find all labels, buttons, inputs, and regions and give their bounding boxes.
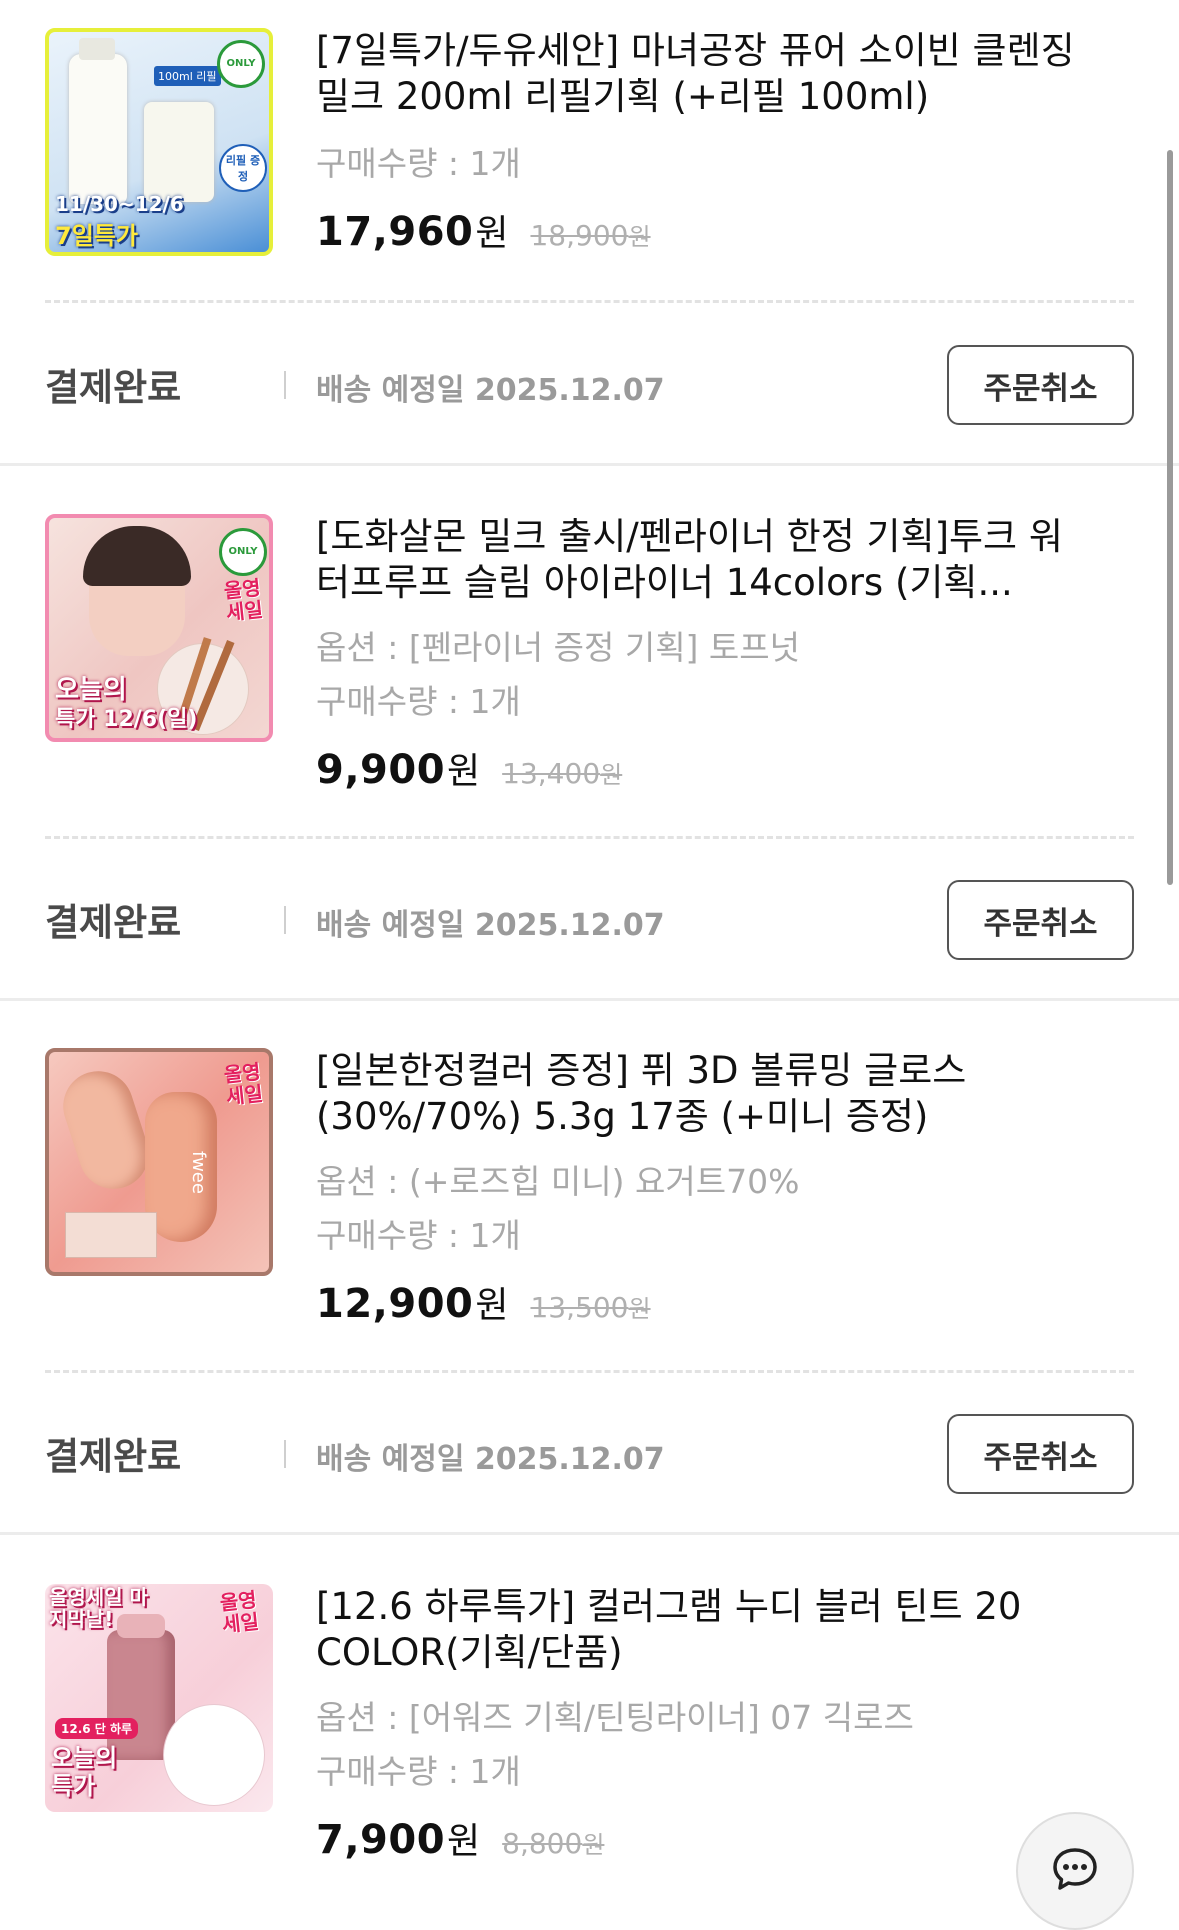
sale-sticker: 올영 세일 [222, 575, 265, 625]
product-title[interactable]: [일본한정컬러 증정] 퓌 3D 볼류밍 글로스 (30%/70%) 5.3g … [316, 1048, 1089, 1140]
option: 옵션 : (+로즈힙 미니) 요거트70% [316, 1162, 800, 1201]
cancel-order-button[interactable]: 주문취소 [947, 1414, 1134, 1494]
original-currency: 원 [628, 1295, 651, 1323]
original-currency: 원 [600, 761, 623, 789]
product-title[interactable]: [도화살몬 밀크 출시/펜라이너 한정 기획]투크 워터프루프 슬림 아이라이너… [316, 514, 1089, 606]
currency: 원 [475, 1285, 509, 1326]
vertical-divider [284, 371, 286, 399]
order-status-row: 결제완료 배송 예정일 2025.12.07 주문취소 [0, 1414, 1179, 1514]
original-price: 13,500 [530, 1291, 629, 1324]
price-row: 17,960 원 18,900 원 [316, 204, 1089, 256]
section-divider [0, 1532, 1179, 1535]
promo-top-label: 올영세일 마지막날! [49, 1585, 148, 1631]
order-card: ONLY 올영 세일 오늘의 특가 12/6(일) [도화살몬 밀크 출시/펜라… [0, 466, 1179, 1001]
order-card: 올영세일 마지막날! 올영 세일 12.6 단 하루 오늘의 특가 [12.6 … [0, 1536, 1179, 1908]
promo-date: 12.6 단 하루 [55, 1718, 139, 1739]
option: 옵션 : [펜라이너 증정 기획] 토프넛 [316, 628, 800, 667]
order-card: 100ml 리필 ONLY 리필 증정 11/30~12/6 7일특가 [7일특… [0, 0, 1179, 466]
vertical-divider [284, 906, 286, 934]
sale-sticker: 올영 세일 [218, 1587, 261, 1637]
dashed-separator [45, 1370, 1134, 1373]
price-row: 12,900 원 13,500 원 [316, 1276, 1089, 1328]
price-row: 9,900 원 13,400 원 [316, 742, 1089, 794]
vertical-divider [284, 1440, 286, 1468]
payment-status: 결제완료 [45, 901, 182, 944]
brand-text: fwee [187, 1151, 209, 1194]
cancel-order-button[interactable]: 주문취소 [947, 345, 1134, 425]
sale-price: 12,900 [316, 1281, 474, 1327]
original-currency: 원 [582, 1831, 605, 1859]
only-badge: ONLY [217, 40, 265, 88]
cancel-order-button[interactable]: 주문취소 [947, 880, 1134, 960]
payment-status: 결제완료 [45, 366, 182, 409]
currency: 원 [447, 1821, 481, 1862]
payment-status: 결제완료 [45, 1435, 182, 1478]
product-thumbnail[interactable]: fwee 올영 세일 [45, 1048, 273, 1276]
sale-sticker: 올영 세일 [222, 1059, 265, 1109]
original-currency: 원 [628, 223, 651, 251]
promo-date: 11/30~12/6 [55, 192, 184, 216]
dashed-separator [45, 300, 1134, 303]
pack-label: 100ml 리필 [154, 66, 221, 86]
product-thumbnail[interactable]: 올영세일 마지막날! 올영 세일 12.6 단 하루 오늘의 특가 [45, 1584, 273, 1812]
sale-price: 9,900 [316, 747, 446, 793]
currency: 원 [447, 751, 481, 792]
sale-price: 17,960 [316, 209, 474, 255]
only-badge: ONLY [219, 528, 267, 576]
order-card: fwee 올영 세일 [일본한정컬러 증정] 퓌 3D 볼류밍 글로스 (30%… [0, 1000, 1179, 1535]
promo-label-top: 오늘의 [55, 675, 127, 705]
quantity: 구매수량 : 1개 [316, 1216, 521, 1255]
promo-label: 7일특가 [55, 222, 138, 250]
product-title[interactable]: [12.6 하루특가] 컬러그램 누디 블러 틴트 20 COLOR(기획/단품… [316, 1584, 1089, 1676]
chat-button[interactable] [1016, 1812, 1134, 1930]
shipping-date: 배송 예정일 2025.12.07 [316, 1442, 665, 1477]
dashed-separator [45, 836, 1134, 839]
order-status-row: 결제완료 배송 예정일 2025.12.07 주문취소 [0, 880, 1179, 980]
promo-label: 오늘의 특가 [51, 1744, 118, 1800]
product-title[interactable]: [7일특가/두유세안] 마녀공장 퓨어 소이빈 클렌징 밀크 200ml 리필기… [316, 28, 1089, 120]
refill-tag: 리필 증정 [219, 144, 267, 192]
shipping-date: 배송 예정일 2025.12.07 [316, 908, 665, 943]
quantity: 구매수량 : 1개 [316, 682, 521, 721]
currency: 원 [475, 213, 509, 254]
original-price: 13,400 [502, 757, 601, 790]
order-status-row: 결제완료 배송 예정일 2025.12.07 주문취소 [0, 345, 1179, 445]
chat-bubble-icon [1050, 1844, 1100, 1898]
price-row: 7,900 원 8,800 원 [316, 1812, 1089, 1864]
product-thumbnail[interactable]: 100ml 리필 ONLY 리필 증정 11/30~12/6 7일특가 [45, 28, 273, 256]
sale-price: 7,900 [316, 1817, 446, 1863]
scrollbar[interactable] [1167, 150, 1173, 885]
quantity: 구매수량 : 1개 [316, 144, 521, 183]
shipping-date: 배송 예정일 2025.12.07 [316, 373, 665, 408]
product-thumbnail[interactable]: ONLY 올영 세일 오늘의 특가 12/6(일) [45, 514, 273, 742]
promo-label-bottom: 특가 12/6(일) [55, 707, 198, 732]
option: 옵션 : [어워즈 기획/틴팅라이너] 07 긱로즈 [316, 1698, 914, 1737]
quantity: 구매수량 : 1개 [316, 1752, 521, 1791]
original-price: 18,900 [530, 219, 629, 252]
original-price: 8,800 [502, 1827, 583, 1860]
